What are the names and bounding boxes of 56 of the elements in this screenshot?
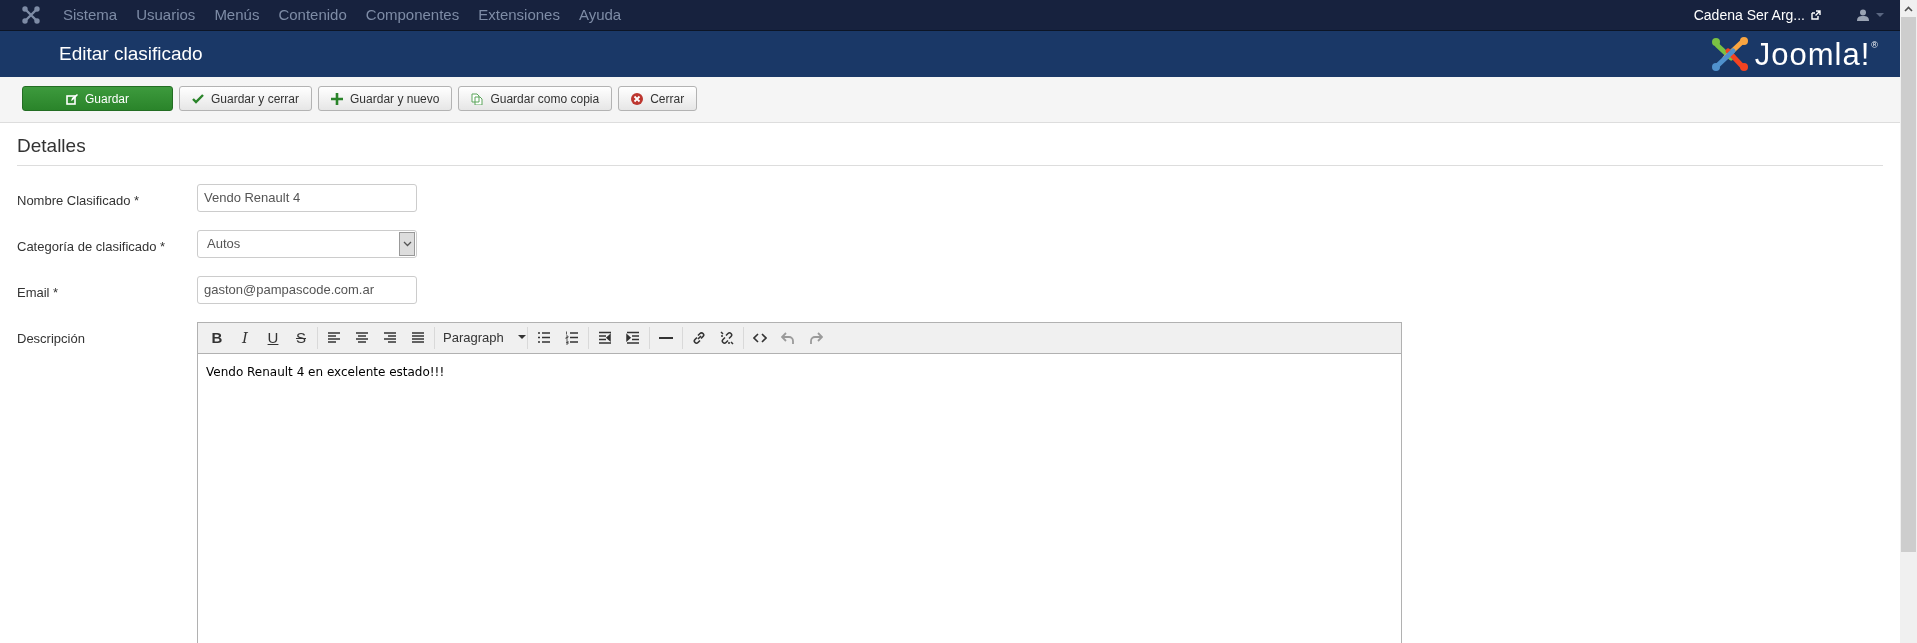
justify-icon: [411, 330, 425, 345]
site-link[interactable]: Cadena Ser Arg...: [1693, 4, 1821, 26]
underline-button[interactable]: U: [260, 325, 286, 350]
strikethrough-button[interactable]: S: [288, 325, 314, 350]
format-dropdown[interactable]: Paragraph: [437, 328, 525, 348]
check-icon: [192, 92, 204, 105]
outdent-icon: [598, 330, 612, 345]
toolbar-button[interactable]: Guardar como copia: [458, 86, 613, 111]
joomla-logo-icon: [22, 6, 40, 24]
align-right-icon: [383, 330, 397, 345]
undo-icon: [781, 330, 795, 345]
menu-item[interactable]: Sistema: [63, 3, 118, 27]
text-field[interactable]: Vendo Renault 4: [197, 183, 417, 212]
section-title: Detalles: [17, 135, 1883, 166]
menu-item[interactable]: Menús: [214, 3, 260, 27]
external-link-icon: [1811, 10, 1821, 20]
unlink-icon: [720, 330, 734, 345]
editor-text: Vendo Renault 4 en excelente estado!!!: [206, 363, 446, 381]
menu-item[interactable]: Usuarios: [136, 3, 196, 27]
page-title: Editar clasificado: [59, 42, 203, 66]
menu-item[interactable]: Extensiones: [478, 3, 560, 27]
user-icon: [1857, 9, 1869, 21]
menu-item[interactable]: Contenido: [278, 3, 347, 27]
field-label: Descripción: [17, 329, 86, 348]
field-label: Categoría de clasificado *: [17, 237, 167, 256]
menu-item[interactable]: Componentes: [365, 3, 460, 27]
align-center-icon: [355, 330, 369, 345]
user-menu-button[interactable]: [1857, 9, 1884, 21]
link-icon: [692, 330, 706, 345]
field-label: Email *: [17, 283, 60, 302]
code-icon: [753, 330, 767, 345]
caret-icon: [1876, 12, 1884, 18]
redo-icon: [809, 330, 823, 345]
horizontal-rule-icon: [659, 336, 673, 339]
numbered-list-icon: [565, 330, 579, 345]
menu-item[interactable]: Ayuda: [578, 3, 622, 27]
bold-button[interactable]: B: [204, 325, 230, 350]
align-left-icon: [327, 330, 341, 345]
toolbar-button[interactable]: Cerrar: [618, 86, 698, 111]
joomla-logo: Joomla!®: [1710, 36, 1878, 72]
chevron-down-icon: [402, 240, 412, 247]
select-field[interactable]: Autos: [197, 229, 417, 258]
italic-button[interactable]: I: [232, 325, 258, 350]
save-button[interactable]: Guardar: [22, 86, 173, 111]
indent-icon: [626, 330, 640, 345]
close-icon: [631, 92, 644, 105]
copy-icon: [471, 92, 484, 105]
scrollbar-thumb[interactable]: [1901, 17, 1916, 552]
caret-icon: [517, 335, 526, 341]
text-field[interactable]: gaston@pampascode.com.ar: [197, 275, 417, 304]
edit-icon: [66, 92, 78, 105]
bullet-list-icon: [537, 330, 551, 345]
plus-icon: [331, 92, 344, 105]
field-label: Nombre Clasificado *: [17, 191, 141, 210]
toolbar-button[interactable]: Guardar y nuevo: [318, 86, 453, 111]
toolbar-button[interactable]: Guardar y cerrar: [179, 86, 313, 111]
